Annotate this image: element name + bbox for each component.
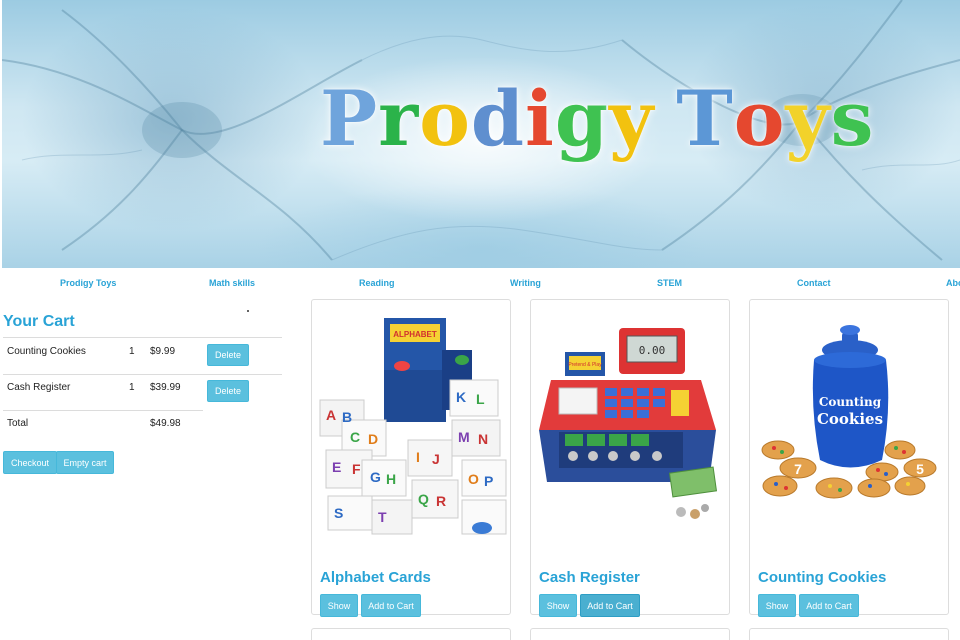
- svg-text:T: T: [378, 509, 387, 525]
- nav-item-stem[interactable]: STEM: [657, 278, 682, 288]
- logo-letter: g: [554, 74, 610, 163]
- empty-cart-button[interactable]: Empty cart: [56, 451, 114, 474]
- add-to-cart-button[interactable]: Add to Cart: [580, 594, 640, 617]
- add-to-cart-button[interactable]: Add to Cart: [799, 594, 859, 617]
- site-banner: Prodigy Toys: [2, 0, 960, 268]
- svg-text:A: A: [326, 407, 336, 423]
- svg-text:G: G: [370, 469, 381, 485]
- svg-text:O: O: [468, 471, 479, 487]
- svg-text:0.00: 0.00: [639, 344, 666, 357]
- svg-text:Pretend & Play: Pretend & Play: [568, 362, 602, 368]
- cart-item-price: $9.99: [150, 346, 176, 357]
- product-title[interactable]: Counting Cookies: [758, 569, 886, 586]
- product-card: [749, 628, 949, 640]
- svg-text:P: P: [484, 473, 493, 489]
- product-card: 0.00 Pretend & Play Cash Register Show A…: [530, 299, 730, 617]
- logo-letter: T: [676, 74, 734, 163]
- checkout-button[interactable]: Checkout: [3, 451, 57, 474]
- add-to-cart-button[interactable]: Add to Cart: [361, 594, 421, 617]
- product-image-cash-register: 0.00 Pretend & Play: [539, 328, 718, 519]
- product-card: ALPHABET A B C D E F G H I J K L M N O P…: [311, 299, 511, 617]
- nav-item-about[interactable]: Abo: [946, 278, 960, 288]
- logo-letter: o: [733, 74, 786, 163]
- delete-button[interactable]: Delete: [207, 344, 249, 366]
- main-nav: Prodigy Toys Math skills Reading Writing…: [0, 278, 960, 292]
- svg-text:7: 7: [794, 461, 802, 477]
- svg-text:K: K: [456, 389, 466, 405]
- svg-text:N: N: [478, 431, 488, 447]
- svg-text:ALPHABET: ALPHABET: [393, 330, 437, 339]
- svg-text:Q: Q: [418, 491, 429, 507]
- svg-text:Counting: Counting: [819, 395, 882, 409]
- cart-item-name: Counting Cookies: [7, 346, 86, 357]
- svg-text:M: M: [458, 429, 470, 445]
- logo-letter: o: [419, 74, 471, 163]
- svg-text:H: H: [386, 471, 396, 487]
- svg-text:5: 5: [916, 461, 924, 477]
- svg-text:R: R: [436, 493, 446, 509]
- nav-item-reading[interactable]: Reading: [359, 278, 395, 288]
- total-value: $49.98: [150, 418, 181, 429]
- svg-text:L: L: [476, 391, 485, 407]
- total-label: Total: [7, 418, 29, 429]
- product-card: [530, 628, 730, 640]
- show-button[interactable]: Show: [758, 594, 796, 617]
- svg-text:S: S: [334, 505, 343, 521]
- svg-text:J: J: [432, 451, 440, 467]
- svg-text:Cookies: Cookies: [817, 410, 883, 428]
- svg-text:C: C: [350, 429, 360, 445]
- product-card: [311, 628, 511, 640]
- product-title[interactable]: Alphabet Cards: [320, 569, 431, 586]
- divider: [3, 410, 203, 411]
- cart-item-name: Cash Register: [7, 382, 71, 393]
- svg-text:E: E: [332, 459, 341, 475]
- product-title[interactable]: Cash Register: [539, 569, 640, 586]
- logo-letter: i: [525, 74, 555, 163]
- nav-item-math-skills[interactable]: Math skills: [209, 278, 255, 288]
- logo-letter: y: [785, 74, 831, 163]
- nav-item-writing[interactable]: Writing: [510, 278, 541, 288]
- svg-text:F: F: [352, 461, 361, 477]
- nav-item-contact[interactable]: Contact: [797, 278, 831, 288]
- product-image-counting-cookies: Counting Cookies 7 5: [761, 325, 937, 499]
- cart-item-qty: 1: [129, 382, 135, 393]
- logo-letter: r: [378, 74, 420, 163]
- cart-item-qty: 1: [129, 346, 135, 357]
- cart-item-price: $39.99: [150, 382, 181, 393]
- svg-text:D: D: [368, 431, 378, 447]
- site-logo-title: Prodigy Toys: [320, 74, 874, 163]
- logo-letter: s: [830, 74, 875, 163]
- decorative-dot: [247, 310, 249, 312]
- divider: [3, 337, 282, 338]
- logo-letter: y: [609, 74, 655, 163]
- delete-button[interactable]: Delete: [207, 380, 249, 402]
- logo-letter: d: [470, 74, 526, 163]
- product-card: Counting Cookies 7 5 Counting Cookies Sh…: [749, 299, 949, 617]
- show-button[interactable]: Show: [320, 594, 358, 617]
- show-button[interactable]: Show: [539, 594, 577, 617]
- nav-item-prodigy-toys[interactable]: Prodigy Toys: [60, 278, 116, 288]
- svg-text:I: I: [416, 449, 420, 465]
- cart-title: Your Cart: [3, 313, 75, 330]
- divider: [3, 374, 282, 375]
- product-image-alphabet-cards: ALPHABET A B C D E F G H I J K L M N O P…: [319, 318, 507, 535]
- logo-letter: P: [320, 74, 379, 163]
- svg-text:B: B: [342, 409, 352, 425]
